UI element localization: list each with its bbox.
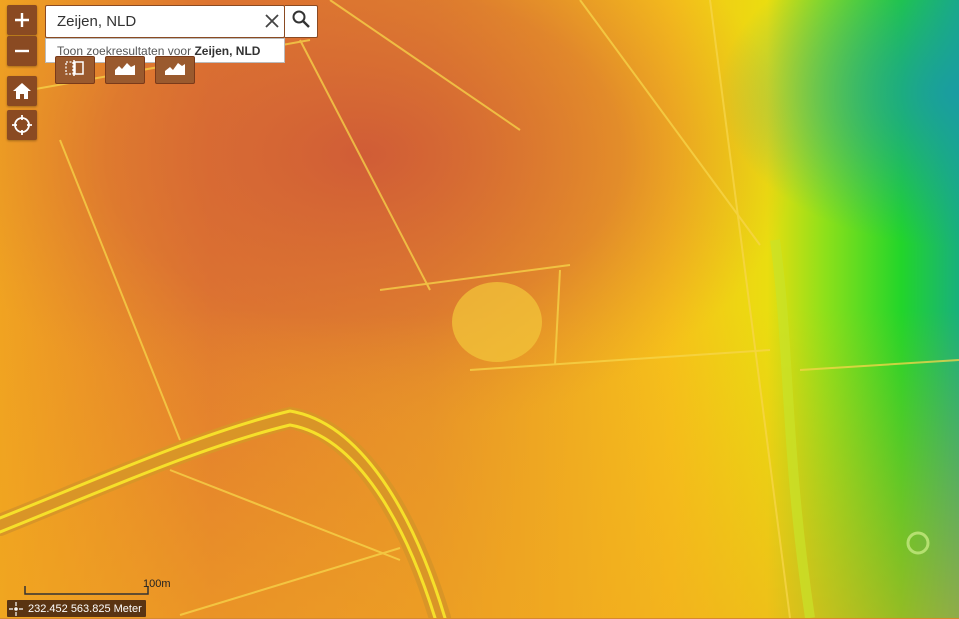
- zoom-in-button[interactable]: [7, 5, 37, 35]
- layer-compare-button[interactable]: [55, 56, 95, 84]
- minus-icon: [14, 43, 30, 59]
- crosshair-icon[interactable]: [9, 601, 23, 616]
- locate-icon: [12, 115, 32, 135]
- locate-button[interactable]: [7, 110, 37, 140]
- home-icon: [12, 82, 32, 100]
- close-icon: [261, 14, 283, 36]
- plus-icon: [14, 12, 30, 28]
- coordinate-text: 232.452 563.825 Meter: [28, 602, 142, 615]
- suggestion-term: Zeijen, NLD: [194, 44, 261, 58]
- search-box: [45, 5, 285, 38]
- search-button[interactable]: [285, 5, 318, 38]
- scale-bar: [24, 586, 149, 595]
- clear-search-button[interactable]: [261, 10, 283, 32]
- elevation-map[interactable]: [0, 0, 959, 618]
- home-button[interactable]: [7, 76, 37, 106]
- elevation-profile-icon: [114, 60, 136, 81]
- elevation-profile-button[interactable]: [105, 56, 145, 84]
- search-input[interactable]: [46, 6, 256, 37]
- scale-label: 100m: [143, 578, 171, 590]
- search-icon: [292, 10, 310, 33]
- layer-compare-icon: [64, 59, 86, 82]
- elevation-profile-icon: [164, 60, 186, 81]
- zoom-out-button[interactable]: [7, 36, 37, 66]
- coordinate-readout: 232.452 563.825 Meter: [7, 600, 146, 617]
- elevation-profile-button-2[interactable]: [155, 56, 195, 84]
